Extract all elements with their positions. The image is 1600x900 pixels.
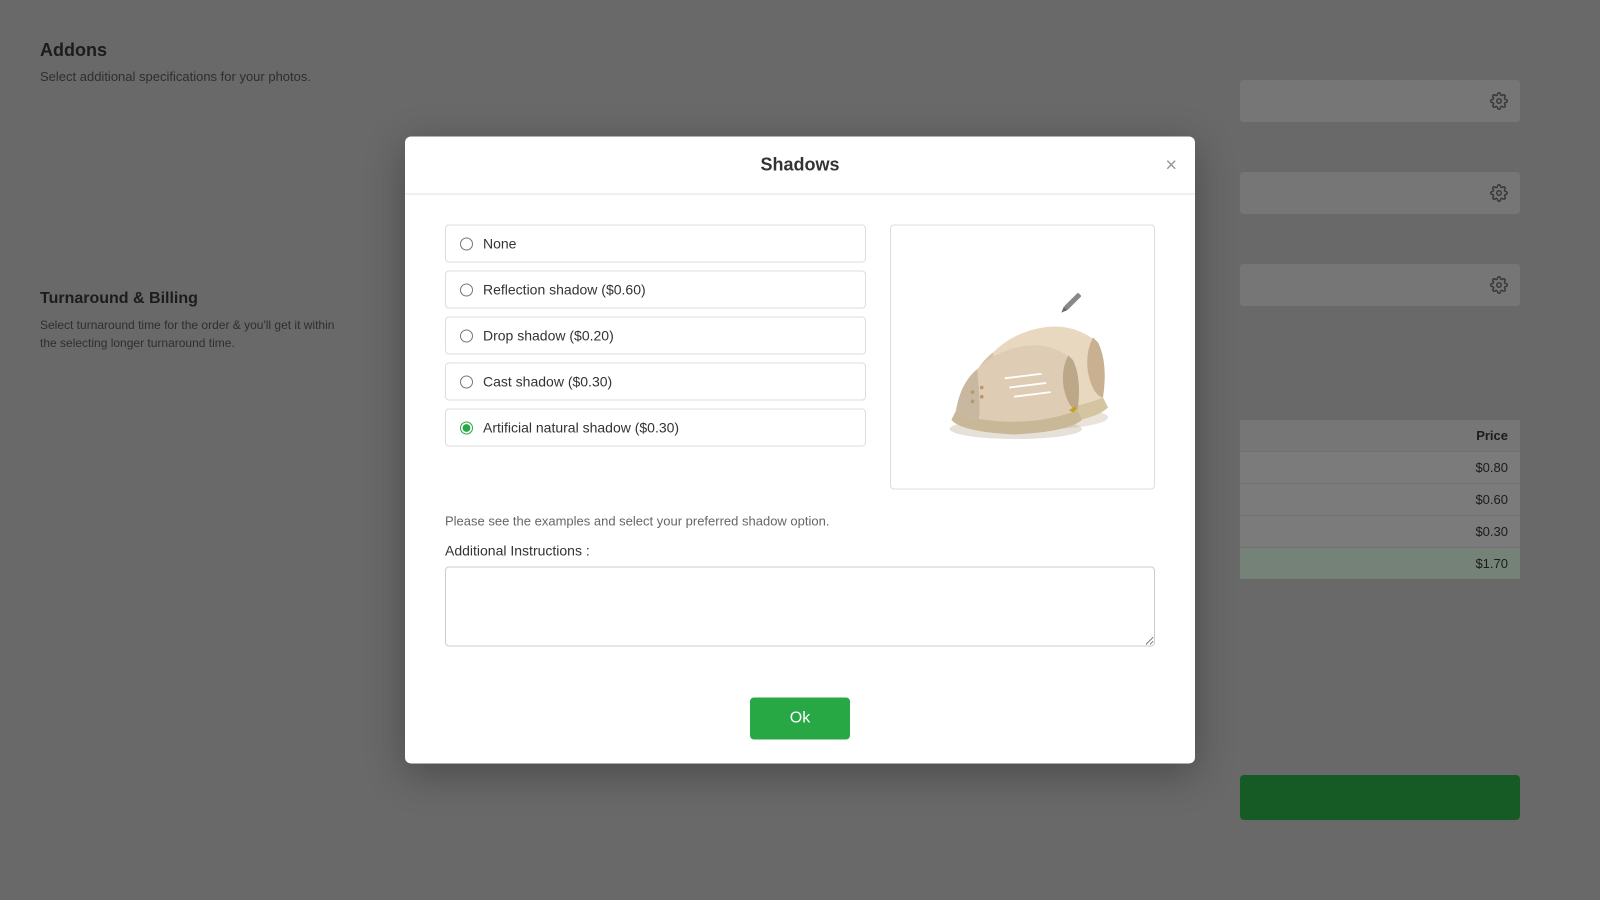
radio-drop[interactable] (460, 329, 473, 342)
shoe-preview-image (923, 267, 1123, 447)
instructions-textarea[interactable] (445, 567, 1155, 647)
modal-body: None Reflection shadow ($0.60) Drop shad… (405, 195, 1195, 682)
option-reflection-label: Reflection shadow ($0.60) (483, 282, 646, 298)
modal-content-row: None Reflection shadow ($0.60) Drop shad… (445, 225, 1155, 490)
radio-reflection[interactable] (460, 283, 473, 296)
modal-footer: Ok (405, 682, 1195, 764)
modal-close-button[interactable]: × (1165, 155, 1177, 175)
radio-none[interactable] (460, 237, 473, 250)
hint-text: Please see the examples and select your … (445, 514, 1155, 529)
radio-cast[interactable] (460, 375, 473, 388)
shadow-preview-box (890, 225, 1155, 490)
option-none[interactable]: None (445, 225, 866, 263)
instructions-label: Additional Instructions : (445, 543, 1155, 559)
radio-artificial[interactable] (460, 421, 473, 434)
option-drop-label: Drop shadow ($0.20) (483, 328, 614, 344)
option-artificial-label: Artificial natural shadow ($0.30) (483, 420, 679, 436)
option-artificial[interactable]: Artificial natural shadow ($0.30) (445, 409, 866, 447)
modal-title: Shadows (760, 155, 839, 176)
option-none-label: None (483, 236, 516, 252)
modal-header: Shadows × (405, 137, 1195, 195)
ok-button[interactable]: Ok (750, 698, 850, 740)
option-drop[interactable]: Drop shadow ($0.20) (445, 317, 866, 355)
option-cast-label: Cast shadow ($0.30) (483, 374, 612, 390)
option-reflection[interactable]: Reflection shadow ($0.60) (445, 271, 866, 309)
shadow-options-panel: None Reflection shadow ($0.60) Drop shad… (445, 225, 866, 490)
shadows-modal: Shadows × None Reflection shadow ($0.60)… (405, 137, 1195, 764)
option-cast[interactable]: Cast shadow ($0.30) (445, 363, 866, 401)
